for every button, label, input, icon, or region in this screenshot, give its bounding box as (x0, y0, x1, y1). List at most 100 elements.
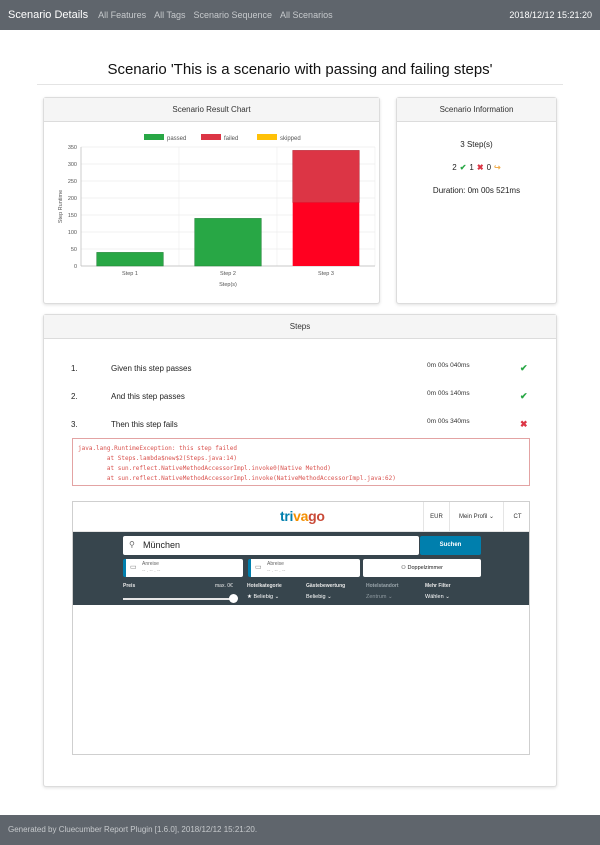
legend-swatch (144, 134, 164, 140)
page-title: Scenario 'This is a scenario with passin… (107, 61, 493, 78)
step-passed-icon: ✔ (520, 363, 528, 373)
passed-count: 2 (452, 163, 457, 172)
step-row: 3. Then this step fails 0m 00s 340ms ✖ (44, 418, 556, 434)
step-row: 2. And this step passes 0m 00s 140ms ✔ (44, 390, 556, 406)
legend-label: failed (224, 136, 238, 142)
search-icon: ⚲ (129, 540, 135, 549)
legend-label: passed (167, 136, 186, 142)
arrival-date-field[interactable]: ▭ Anreise -- . -- . -- (123, 559, 243, 577)
step-error-stacktrace: java.lang.RuntimeException: this step fa… (72, 438, 530, 486)
status-counts: 2 ✔ 1 ✖ 0 ↪ (397, 163, 556, 172)
hotel-category-select[interactable]: ★ Beliebig ⌄ (247, 594, 279, 600)
cross-icon: ✖ (476, 163, 484, 172)
y-tick-label: 100 (68, 230, 77, 236)
more-filters-select[interactable]: Wählen ⌄ (425, 594, 450, 600)
x-tick-label: Step 2 (220, 271, 236, 277)
steps-card-header: Steps (44, 315, 556, 339)
chevron-down-icon: ⌄ (488, 514, 495, 520)
y-tick-label: 0 (74, 264, 77, 270)
nav-link-all-features[interactable]: All Features (98, 10, 146, 20)
legend-label: skipped (280, 136, 301, 142)
step-number: 3. (71, 420, 78, 429)
bar-failed (292, 202, 360, 266)
calendar-icon: ▭ (255, 564, 262, 571)
info-body: 3 Step(s) 2 ✔ 1 ✖ 0 ↪ Duration: 0m 00s 5… (397, 140, 556, 195)
filter-label: Mehr Filter (425, 583, 451, 589)
price-filter-label: Preis (123, 583, 136, 589)
step-number: 2. (71, 392, 78, 401)
scenario-information-card: Scenario Information 3 Step(s) 2 ✔ 1 ✖ 0… (396, 97, 557, 304)
step-text: And this step passes (111, 392, 185, 401)
y-tick-label: 200 (68, 196, 77, 202)
bar-passed (96, 252, 164, 267)
legend-swatch (257, 134, 277, 140)
y-tick-label: 350 (68, 145, 77, 151)
legend-swatch (201, 134, 221, 140)
skip-arrow-icon: ↪ (494, 163, 501, 172)
info-card-header: Scenario Information (397, 98, 556, 122)
result-chart: passed failed skipped 0 50 100 150 200 250 300 350… (58, 134, 376, 288)
step-failed-icon: ✖ (520, 419, 528, 429)
y-tick-label: 50 (71, 247, 77, 253)
steps-card: Steps 1. Given this step passes 0m 00s 0… (43, 314, 557, 787)
nav-link-scenario-sequence[interactable]: Scenario Sequence (193, 10, 272, 20)
profile-menu[interactable]: Mein Profil ⌄ (449, 502, 503, 532)
users-icon: ⚇ (401, 565, 406, 571)
price-max-label: max. 0€ (215, 583, 233, 589)
calendar-icon: ▭ (130, 564, 137, 571)
room-type-selector[interactable]: ⚇ Doppelzimmer (363, 559, 481, 577)
stacktrace-line: at sun.reflect.NativeMethodAccessorImpl.… (78, 475, 396, 482)
step-duration: 0m 00s 040ms (427, 362, 470, 369)
bar-passed (194, 218, 262, 267)
filter-label: Hotelkategorie (247, 583, 282, 589)
step-duration: 0m 00s 340ms (427, 418, 470, 425)
y-tick-label: 250 (68, 179, 77, 185)
currency-selector[interactable]: EUR (423, 502, 449, 532)
y-tick-label: 300 (68, 162, 77, 168)
step-text: Given this step passes (111, 364, 192, 373)
location-select[interactable]: Zentrum ⌄ (366, 594, 393, 600)
scenario-duration: Duration: 0m 00s 521ms (432, 186, 521, 195)
trivago-logo: trivago (280, 508, 325, 524)
trivago-header: trivago EUR Mein Profil ⌄ CT (73, 502, 529, 532)
step-screenshot-attachment[interactable]: trivago EUR Mein Profil ⌄ CT ⚲ München S… (72, 501, 530, 755)
price-slider-track[interactable] (123, 598, 233, 600)
chart-card-header: Scenario Result Chart (44, 98, 379, 122)
destination-search-input[interactable]: ⚲ München (123, 536, 419, 555)
trivago-search-area: ⚲ München Suchen ▭ Anreise -- . -- . -- … (73, 532, 529, 605)
scenario-result-chart-card: Scenario Result Chart passed failed skippe… (43, 97, 380, 304)
page-footer: Generated by Cluecumber Report Plugin [1… (0, 815, 600, 845)
filter-label: Gästebewertung (306, 583, 346, 589)
y-axis-title: Step Runtime (58, 190, 64, 223)
nav-link-all-tags[interactable]: All Tags (154, 10, 185, 20)
skipped-count: 0 (486, 163, 492, 172)
step-text: Then this step fails (111, 420, 178, 429)
failed-count: 1 (469, 163, 474, 172)
chevron-down-icon: ⌄ (274, 594, 280, 600)
search-button[interactable]: Suchen (420, 536, 481, 555)
step-passed-icon: ✔ (520, 391, 528, 401)
step-duration: 0m 00s 140ms (427, 390, 470, 397)
step-count: 3 Step(s) (460, 140, 493, 149)
stacktrace-line: at sun.reflect.NativeMethodAccessorImpl.… (78, 465, 331, 472)
departure-date-field[interactable]: ▭ Abreise -- . -- . -- (248, 559, 360, 577)
y-tick-label: 150 (68, 213, 77, 219)
chevron-down-icon: ⌄ (445, 594, 450, 600)
nav-link-all-scenarios[interactable]: All Scenarios (280, 10, 333, 20)
filter-label: Hotelstandort (366, 583, 399, 589)
stacktrace-line: java.lang.RuntimeException: this step fa… (78, 445, 237, 452)
title-divider (37, 84, 563, 85)
chevron-down-icon: ⌄ (388, 594, 393, 600)
brand-link[interactable]: Scenario Details (8, 9, 88, 21)
rating-select[interactable]: Beliebig ⌄ (306, 594, 332, 600)
top-navbar: Scenario Details All Features All Tags S… (0, 0, 600, 30)
step-row: 1. Given this step passes 0m 00s 040ms ✔ (44, 362, 556, 378)
chevron-down-icon: ⌄ (327, 594, 332, 600)
x-tick-label: Step 1 (122, 271, 138, 277)
price-slider-handle[interactable] (229, 594, 238, 603)
x-tick-label: Step 3 (318, 271, 334, 277)
x-axis-title: Step(s) (219, 282, 237, 288)
step-number: 1. (71, 364, 78, 373)
country-selector[interactable]: CT (503, 502, 529, 532)
bar-failed (292, 150, 360, 203)
